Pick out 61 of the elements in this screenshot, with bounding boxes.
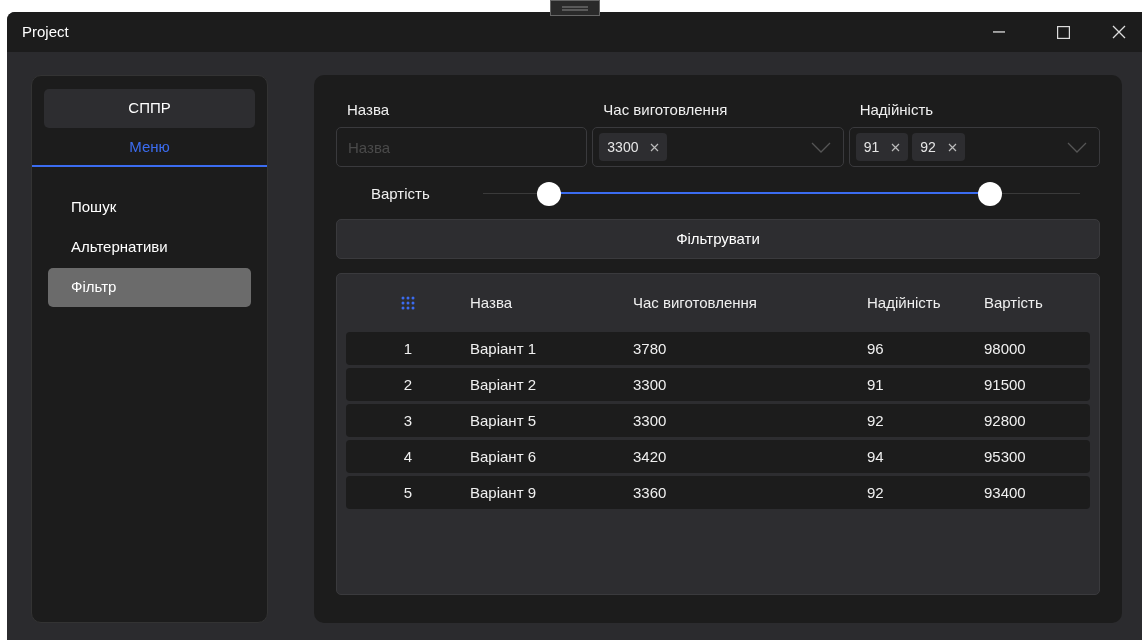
field-label: Надійність <box>858 100 935 119</box>
field-label: Час виготовлення <box>602 100 729 119</box>
table-cell: 98000 <box>984 339 1026 357</box>
close-icon[interactable] <box>947 142 957 152</box>
table-cell: 92800 <box>984 411 1026 429</box>
slider-label: Вартість <box>370 183 431 204</box>
table-cell: Варіант 2 <box>470 375 537 393</box>
grid-icon[interactable] <box>401 296 415 310</box>
table-cell: 94 <box>867 447 884 465</box>
table-cell: Варіант 1 <box>470 339 537 357</box>
slider-thumb[interactable] <box>536 182 561 206</box>
slider-thumb[interactable] <box>978 182 1003 206</box>
tag-chip: 92 <box>912 133 965 161</box>
table-cell: 2 <box>403 375 413 393</box>
sidebar-item[interactable]: Альтернативи <box>48 228 251 267</box>
table-cell: 93400 <box>984 483 1026 501</box>
tag-chip: 3300 <box>599 133 668 161</box>
table-cell: 3360 <box>633 483 667 501</box>
menu-tab[interactable]: Меню <box>32 129 267 167</box>
filter-button[interactable]: Фільтрувати <box>336 219 1100 259</box>
table-cell: 92 <box>867 411 884 429</box>
sppr-button[interactable]: СППР <box>44 89 255 128</box>
table-cell: 4 <box>403 447 413 465</box>
minimize-icon <box>993 31 1005 33</box>
table-cell: 5 <box>403 483 413 501</box>
sidebar-item[interactable]: Фільтр <box>48 268 251 307</box>
drag-handle[interactable] <box>550 0 600 16</box>
close-icon[interactable] <box>891 142 901 152</box>
range-slider[interactable] <box>483 182 1080 206</box>
table-cell: 1 <box>403 339 413 357</box>
table-cell: 96 <box>867 339 884 357</box>
table-row[interactable]: 5 Варіант 9 3360 92 93400 <box>346 476 1090 509</box>
table-cell: 3300 <box>633 375 667 393</box>
close-icon <box>1112 25 1126 39</box>
close-icon[interactable] <box>650 142 660 152</box>
tag-chip: 91 <box>855 133 909 161</box>
table-cell: 92 <box>867 483 884 501</box>
table-cell: Варіант 5 <box>470 411 537 429</box>
table-cell: 91500 <box>984 375 1026 393</box>
column-header[interactable]: Вартість <box>984 294 1043 311</box>
table-cell: 3300 <box>633 411 667 429</box>
column-header[interactable]: Надійність <box>867 294 941 311</box>
table-row[interactable]: 2 Варіант 2 3300 91 91500 <box>346 368 1090 401</box>
table-cell: 3 <box>403 411 413 429</box>
table-cell: Варіант 6 <box>470 447 537 465</box>
table-row[interactable]: 1 Варіант 1 3780 96 98000 <box>346 332 1090 365</box>
window-title: Project <box>22 21 69 42</box>
table-cell: 91 <box>867 375 884 393</box>
multi-select[interactable]: 3300 <box>592 127 844 167</box>
field-label: Назва <box>346 100 391 119</box>
table-cell: 3420 <box>633 447 667 465</box>
table-cell: Варіант 9 <box>470 483 537 501</box>
table-row[interactable]: 3 Варіант 5 3300 92 92800 <box>346 404 1090 437</box>
table-cell: 3780 <box>633 339 667 357</box>
table-cell: 95300 <box>984 447 1026 465</box>
column-header[interactable]: Назва <box>470 294 513 311</box>
sidebar-item[interactable]: Пошук <box>48 188 251 227</box>
table-row[interactable]: 4 Варіант 6 3420 94 95300 <box>346 440 1090 473</box>
column-header[interactable]: Час виготовлення <box>633 294 757 311</box>
multi-select[interactable]: 91 92 <box>848 127 1100 167</box>
maximize-icon <box>1056 25 1070 39</box>
